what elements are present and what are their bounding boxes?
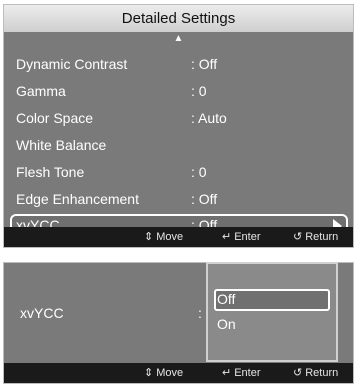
enter-label: Enter bbox=[234, 231, 261, 243]
row-label: Edge Enhancement bbox=[16, 191, 139, 207]
option-label: Off bbox=[217, 291, 236, 307]
scroll-up-arrow-icon[interactable]: ▲ bbox=[4, 32, 353, 46]
menu-row-dynamic-contrast[interactable]: Dynamic Contrast : Off bbox=[10, 53, 348, 78]
row-label: Flesh Tone bbox=[16, 164, 85, 180]
footer-enter: ↵ Enter bbox=[222, 366, 261, 379]
setting-label: xvYCC bbox=[20, 305, 64, 321]
menu-row-flesh-tone[interactable]: Flesh Tone : 0 bbox=[10, 161, 348, 186]
footer-bar: ⇕ Move ↵ Enter ↺ Return bbox=[4, 227, 353, 247]
option-off[interactable]: Off bbox=[214, 289, 330, 311]
footer-bar: ⇕ Move ↵ Enter ↺ Return bbox=[4, 363, 353, 383]
row-value: : 0 bbox=[191, 83, 207, 99]
enter-icon: ↵ bbox=[222, 231, 232, 243]
row-label: Dynamic Contrast bbox=[16, 56, 128, 72]
return-label: Return bbox=[305, 367, 339, 379]
move-label: Move bbox=[156, 231, 184, 243]
updown-arrow-icon: ⇕ bbox=[144, 367, 154, 379]
setting-colon: : bbox=[198, 305, 202, 321]
move-label: Move bbox=[156, 367, 184, 379]
row-label: White Balance bbox=[16, 137, 107, 153]
menu-row-gamma[interactable]: Gamma : 0 bbox=[10, 80, 348, 105]
menu-row-color-space[interactable]: Color Space : Auto bbox=[10, 107, 348, 132]
enter-icon: ↵ bbox=[222, 367, 232, 379]
detailed-settings-panel: Detailed Settings ▲ Dynamic Contrast : O… bbox=[3, 4, 354, 248]
row-value: : Off bbox=[191, 56, 218, 72]
menu-title: Detailed Settings bbox=[4, 5, 353, 32]
option-on[interactable]: On bbox=[214, 314, 330, 336]
footer-move: ⇕ Move bbox=[144, 230, 183, 243]
option-label: On bbox=[217, 316, 236, 332]
row-label: Gamma bbox=[16, 83, 66, 99]
return-label: Return bbox=[305, 231, 339, 243]
footer-enter: ↵ Enter bbox=[222, 230, 261, 243]
footer-move: ⇕ Move bbox=[144, 366, 183, 379]
footer-return: ↺ Return bbox=[293, 230, 338, 243]
options-popup: Off On bbox=[206, 262, 338, 362]
enter-label: Enter bbox=[234, 367, 261, 379]
menu-row-edge-enhancement[interactable]: Edge Enhancement : Off bbox=[10, 188, 348, 213]
return-icon: ↺ bbox=[293, 367, 303, 379]
row-value: : 0 bbox=[191, 164, 207, 180]
updown-arrow-icon: ⇕ bbox=[144, 231, 154, 243]
menu-row-white-balance[interactable]: White Balance bbox=[10, 134, 348, 159]
row-value: : Auto bbox=[191, 110, 227, 126]
row-value: : Off bbox=[191, 191, 218, 207]
return-icon: ↺ bbox=[293, 231, 303, 243]
xvycc-option-panel: xvYCC : Off On ⇕ Move ↵ Enter ↺ Return bbox=[3, 262, 354, 384]
row-label: Color Space bbox=[16, 110, 94, 126]
footer-return: ↺ Return bbox=[293, 366, 338, 379]
